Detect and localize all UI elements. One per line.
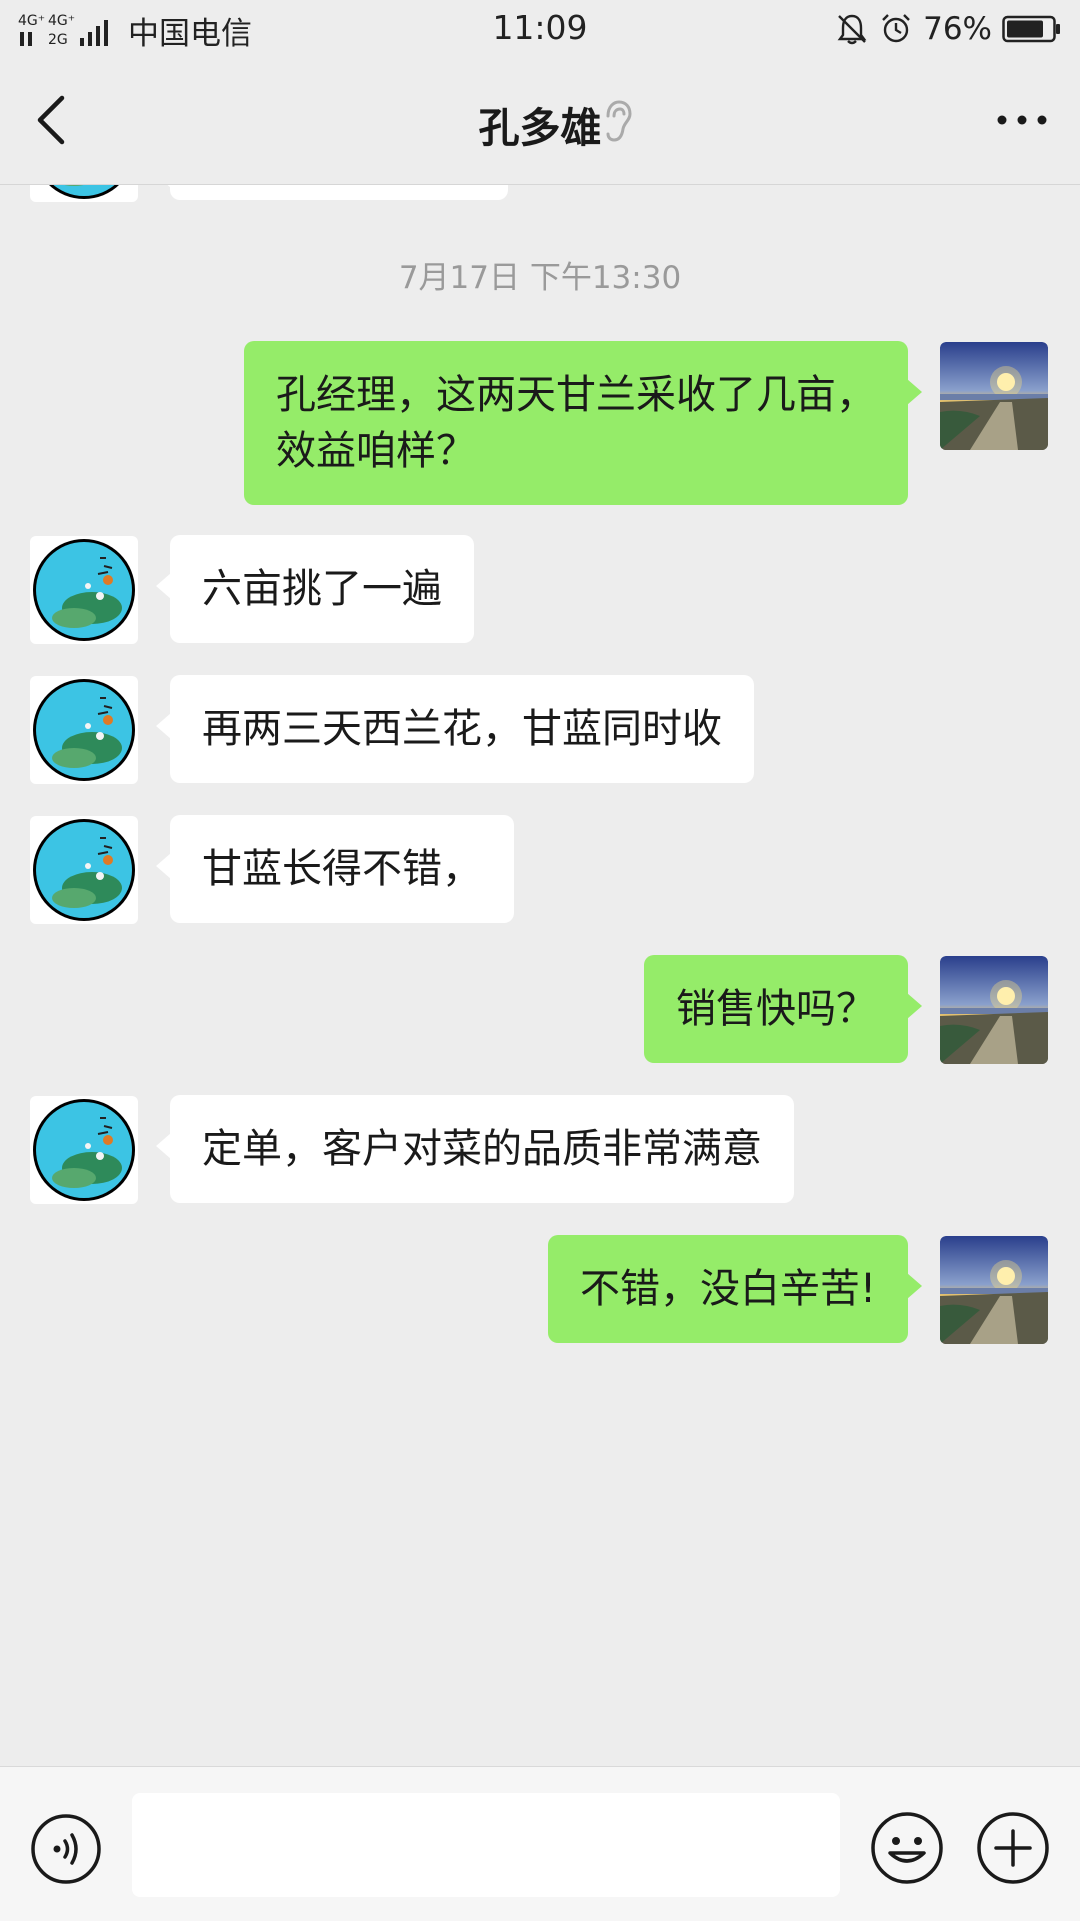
emoji-icon[interactable] (870, 1811, 944, 1885)
message-text-line: 六亩挑了一遍 (202, 566, 442, 612)
message-bubble-incoming[interactable]: 定单，客户对菜的品质非常满意 (156, 1095, 794, 1203)
my-avatar[interactable] (940, 956, 1048, 1064)
message-timestamp: 7月17日 下午13:30 (398, 260, 682, 296)
my-avatar[interactable] (940, 1236, 1048, 1344)
message-bubble-outgoing[interactable]: 不错，没白辛苦! (547, 1235, 923, 1343)
battery-percent: 76% (923, 11, 992, 47)
ear-icon (606, 100, 632, 142)
status-right: 76% (835, 8, 1062, 50)
message-bubble-outgoing[interactable]: 销售快吗？ (644, 955, 922, 1063)
message-bubble-incoming[interactable]: 甘蓝长得不错， (156, 815, 514, 923)
message-text-line: 定单，客户对菜的品质非常满意 (202, 1126, 762, 1172)
my-avatar[interactable] (940, 342, 1048, 450)
alarm-icon (882, 14, 910, 43)
contact-avatar[interactable] (30, 676, 138, 784)
contact-avatar[interactable] (30, 1096, 138, 1204)
chat-title: 孔多雄 (478, 104, 602, 152)
message-text-line: 甘蓝长得不错， (202, 846, 482, 892)
battery-icon (1002, 15, 1060, 43)
message-bubble-incoming[interactable]: 再两三天西兰花，甘蓝同时收 (156, 675, 754, 783)
chat-header: 孔多雄 (0, 58, 1080, 185)
mute-bell-icon (837, 14, 867, 45)
message-text-line: 效益咱样？ (276, 428, 476, 474)
message-bubble-outgoing[interactable]: 孔经理，这两天甘兰采收了几亩， 效益咱样？ (244, 341, 922, 505)
input-bar (0, 1766, 1080, 1921)
message-text-line: 孔经理，这两天甘兰采收了几亩， (276, 372, 876, 418)
message-text-line: 销售快吗？ (676, 986, 876, 1032)
message-text-line: 再两三天西兰花，甘蓝同时收 (202, 706, 722, 752)
contact-avatar[interactable] (30, 816, 138, 924)
more-icon[interactable] (992, 102, 1052, 138)
status-bar: 4G⁺ 4G⁺ 2G 中国电信 11:09 76% (0, 0, 1080, 58)
message-input[interactable] (132, 1793, 840, 1897)
message-text-line: 不错，没白辛苦! (579, 1266, 876, 1312)
contact-avatar[interactable] (30, 536, 138, 644)
voice-icon[interactable] (30, 1813, 102, 1885)
message-bubble-incoming[interactable]: 六亩挑了一遍 (156, 535, 474, 643)
contact-avatar[interactable] (30, 184, 138, 202)
message-list[interactable]: 7月17日 下午13:30 孔经理，这两天甘兰采收了几亩， 效益咱样？ 六亩挑了… (0, 184, 1080, 1766)
message-bubble-partial[interactable] (156, 184, 508, 200)
plus-icon[interactable] (976, 1811, 1050, 1885)
